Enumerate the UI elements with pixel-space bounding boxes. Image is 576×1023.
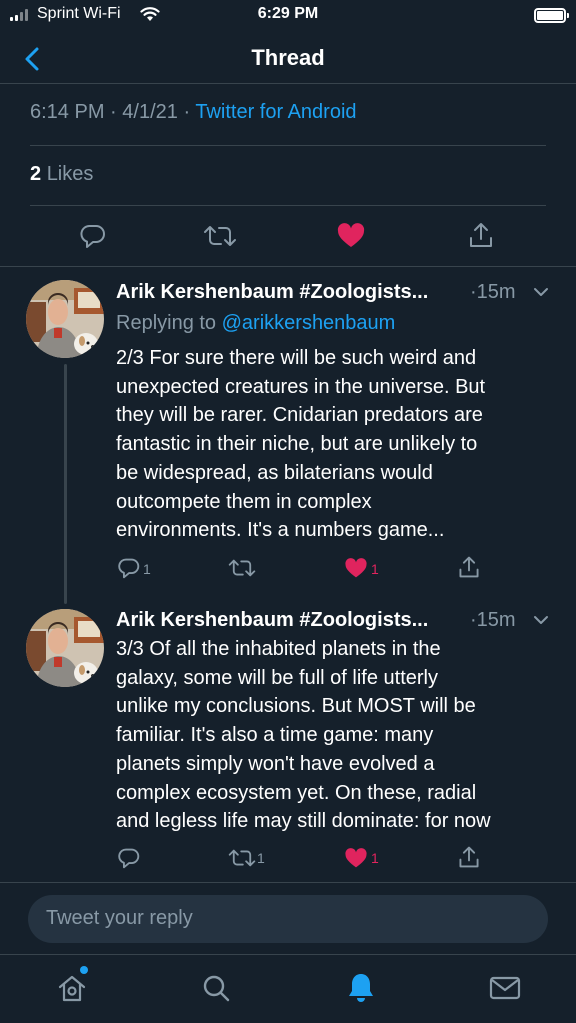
home-icon[interactable] <box>56 972 88 1004</box>
meta-separator: · <box>183 101 191 123</box>
tweet-text-line: environments. It's a numbers game... <box>116 519 445 542</box>
avatar-photo <box>26 280 104 358</box>
tweet-text-line: unlike my conclusions. But MOST will be <box>116 695 476 718</box>
tweet-text-line: outcompete them in complex <box>116 490 372 513</box>
tweet-text-line: fantastic in their niche, but are unlike… <box>116 433 478 456</box>
tabbar-divider <box>0 954 576 955</box>
like-count: 1 <box>371 850 379 866</box>
retweet-icon[interactable] <box>203 223 237 249</box>
tweet-meta: 6:14 PM · 4/1/21 · Twitter for Android <box>30 101 357 124</box>
tweet-text-line: be widespread, as bilaterians would <box>116 461 433 484</box>
nav-divider <box>0 83 576 84</box>
reply-icon[interactable] <box>80 223 106 249</box>
tweet-author[interactable]: Arik Kershenbaum #Zoologists... <box>116 281 428 304</box>
replying-to: Replying to @arikkershenbaum <box>116 312 395 335</box>
search-icon[interactable] <box>200 972 232 1004</box>
share-icon[interactable] <box>467 221 495 249</box>
bell-icon[interactable] <box>344 971 378 1005</box>
reply-placeholder: Tweet your reply <box>46 907 193 929</box>
likes-summary[interactable]: 2 Likes <box>30 163 93 186</box>
tweet-text-line: and legless life may still dominate: for… <box>116 810 491 833</box>
tweet-text-line: unexpected creatures in the universe. Bu… <box>116 375 486 398</box>
tweet-text-line: they will be rarer. Cnidarian predators … <box>116 404 483 427</box>
replying-handle-link[interactable]: @arikkershenbaum <box>222 312 396 334</box>
reply-icon[interactable] <box>118 557 140 579</box>
reply-icon[interactable] <box>118 847 140 869</box>
tweet-time: 6:14 PM <box>30 101 105 123</box>
tweet-author[interactable]: Arik Kershenbaum #Zoologists... <box>116 609 428 632</box>
meta-separator: · <box>110 101 117 123</box>
battery-icon <box>534 8 569 23</box>
tweet-text-line: familiar. It's also a time game: many <box>116 724 434 747</box>
tweet-text-line: 3/3 Of all the inhabited planets in the <box>116 638 441 660</box>
retweet-count: 1 <box>257 850 265 866</box>
meta-divider <box>30 145 546 146</box>
avatar-photo <box>26 609 104 687</box>
tweet-text: 3/3 Of all the inhabited planets in the … <box>116 635 556 836</box>
replying-label: Replying to <box>116 312 217 334</box>
like-count: 1 <box>371 561 379 577</box>
tweet-date: 4/1/21 <box>122 101 178 123</box>
envelope-icon[interactable] <box>489 975 521 1001</box>
tweet-text-line: 2/3 For sure there will be such weird an… <box>116 347 477 369</box>
chevron-down-icon[interactable] <box>533 615 549 625</box>
likes-divider <box>30 205 546 206</box>
tweet-text-line: complex ecosystem yet. On these, radial <box>116 781 477 804</box>
reply-count: 1 <box>143 561 151 577</box>
tweet-time: ·15m <box>470 281 516 303</box>
share-icon[interactable] <box>457 555 481 579</box>
actions-divider <box>0 266 576 267</box>
share-icon[interactable] <box>457 845 481 869</box>
reply-bar-divider <box>0 882 576 883</box>
tweet-source-link[interactable]: Twitter for Android <box>195 101 356 123</box>
chevron-down-icon[interactable] <box>533 287 549 297</box>
retweet-icon[interactable] <box>228 557 256 579</box>
tweet-time: ·15m <box>470 609 516 631</box>
page-title: Thread <box>251 45 325 70</box>
status-time: 6:29 PM <box>257 5 319 22</box>
thread-connector <box>64 364 67 604</box>
likes-count: 2 <box>30 163 42 185</box>
heart-icon[interactable] <box>337 223 365 249</box>
tweet-text: 2/3 For sure there will be such weird an… <box>116 344 556 545</box>
avatar[interactable] <box>26 609 104 687</box>
heart-icon[interactable] <box>344 848 368 869</box>
avatar[interactable] <box>26 280 104 358</box>
heart-icon[interactable] <box>344 558 368 579</box>
notification-dot <box>80 966 88 974</box>
tweet-text-line: galaxy, some will be full of life utterl… <box>116 666 438 689</box>
tweet-text-line: planets simply won't have evolved a <box>116 752 435 775</box>
likes-label: Likes <box>46 163 94 185</box>
status-bar: Sprint Wi-Fi 6:29 PM <box>0 0 576 32</box>
retweet-icon[interactable] <box>228 847 256 869</box>
